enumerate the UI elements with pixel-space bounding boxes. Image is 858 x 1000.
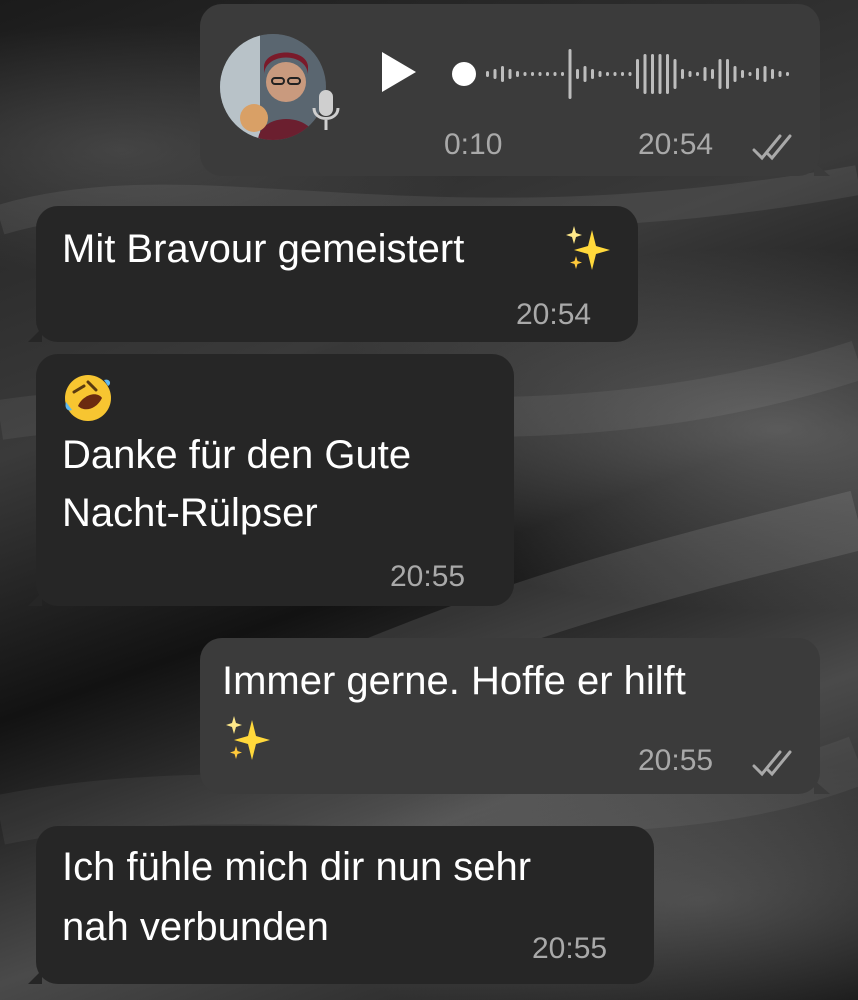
play-button[interactable]: [378, 50, 418, 99]
audio-waveform[interactable]: [450, 44, 858, 109]
message-bubble[interactable]: Danke für den Gute Nacht-Rülpser 20:55: [28, 354, 514, 606]
waveform-bar: [621, 72, 624, 76]
waveform-bar: [658, 54, 662, 94]
message-time: 20:55: [532, 932, 608, 965]
message-text: Mit Bravour gemeistert: [62, 227, 465, 271]
message-text-line-2: Nacht-Rülpser: [62, 491, 318, 535]
waveform-bar: [568, 49, 572, 99]
waveform-bar: [771, 69, 774, 79]
double-check-icon: [752, 748, 800, 783]
bubble-tail: [28, 592, 42, 606]
waveform-bar: [486, 71, 489, 77]
waveform-bar: [703, 67, 707, 81]
bubble-tail: [28, 328, 42, 342]
message-text-line-1: Danke für den Gute: [62, 433, 412, 477]
waveform-bar: [493, 69, 497, 79]
sparkles-icon: [224, 714, 274, 769]
waveform-bar: [598, 71, 602, 77]
waveform-bar: [666, 54, 669, 94]
waveform-bar: [756, 68, 759, 80]
play-icon: [382, 52, 416, 92]
message-time: 20:55: [390, 560, 466, 593]
waveform-bar: [591, 69, 594, 79]
waveform-bar: [718, 59, 722, 89]
waveform-bar: [628, 72, 632, 76]
message-text-line-1: Ich fühle mich dir nun sehr: [62, 845, 532, 889]
waveform-bar: [763, 66, 767, 82]
rolling-laughing-emoji-icon: [62, 372, 114, 429]
waveform-scrubber: [452, 62, 476, 86]
waveform-bar: [538, 72, 542, 76]
waveform-bar: [688, 71, 692, 77]
waveform-bar: [553, 72, 557, 76]
bubble-tail: [814, 780, 830, 794]
bubble-tail: [814, 162, 830, 176]
message-text: Immer gerne. Hoffe er hilft: [222, 659, 686, 703]
message-bubble[interactable]: Mit Bravour gemeistert 20:54: [28, 206, 638, 342]
waveform-bar: [711, 69, 714, 79]
waveform-bar: [651, 54, 654, 94]
double-check-icon: [752, 132, 800, 167]
message-time: 20:54: [516, 298, 592, 331]
microphone-icon: [310, 88, 342, 141]
waveform-bar: [726, 59, 729, 89]
waveform-bar: [576, 69, 579, 79]
waveform-bar: [508, 69, 512, 79]
message-text-line-2: nah verbunden: [62, 905, 329, 949]
message-time: 20:55: [638, 744, 714, 777]
waveform-bar: [643, 54, 647, 94]
voice-duration: 0:10: [444, 128, 503, 161]
waveform-bar: [748, 72, 752, 76]
waveform-bar: [778, 71, 782, 77]
waveform-bar: [636, 59, 639, 89]
message-bubble[interactable]: Immer gerne. Hoffe er hilft 20:55: [200, 638, 830, 794]
waveform-bar: [613, 72, 617, 76]
message-time: 20:54: [638, 128, 714, 161]
waveform-bar: [681, 69, 684, 79]
waveform-bar: [741, 70, 744, 78]
bubble-tail: [28, 970, 42, 984]
voice-message-bubble[interactable]: 0:10 20:54: [200, 4, 830, 176]
waveform-bar: [733, 66, 737, 82]
waveform-bar: [501, 66, 504, 82]
waveform-bar: [531, 72, 534, 76]
message-bubble[interactable]: Ich fühle mich dir nun sehr nah verbunde…: [28, 826, 654, 984]
waveform-bar: [606, 72, 609, 76]
sparkles-icon: [564, 224, 614, 279]
waveform-bar: [696, 72, 699, 76]
waveform-bar: [583, 66, 587, 82]
waveform-bar: [786, 72, 789, 76]
waveform-bar: [561, 72, 564, 76]
waveform-bar: [673, 59, 677, 89]
waveform-bar: [546, 72, 549, 76]
waveform-bar: [516, 71, 519, 77]
waveform-bar: [523, 72, 527, 76]
